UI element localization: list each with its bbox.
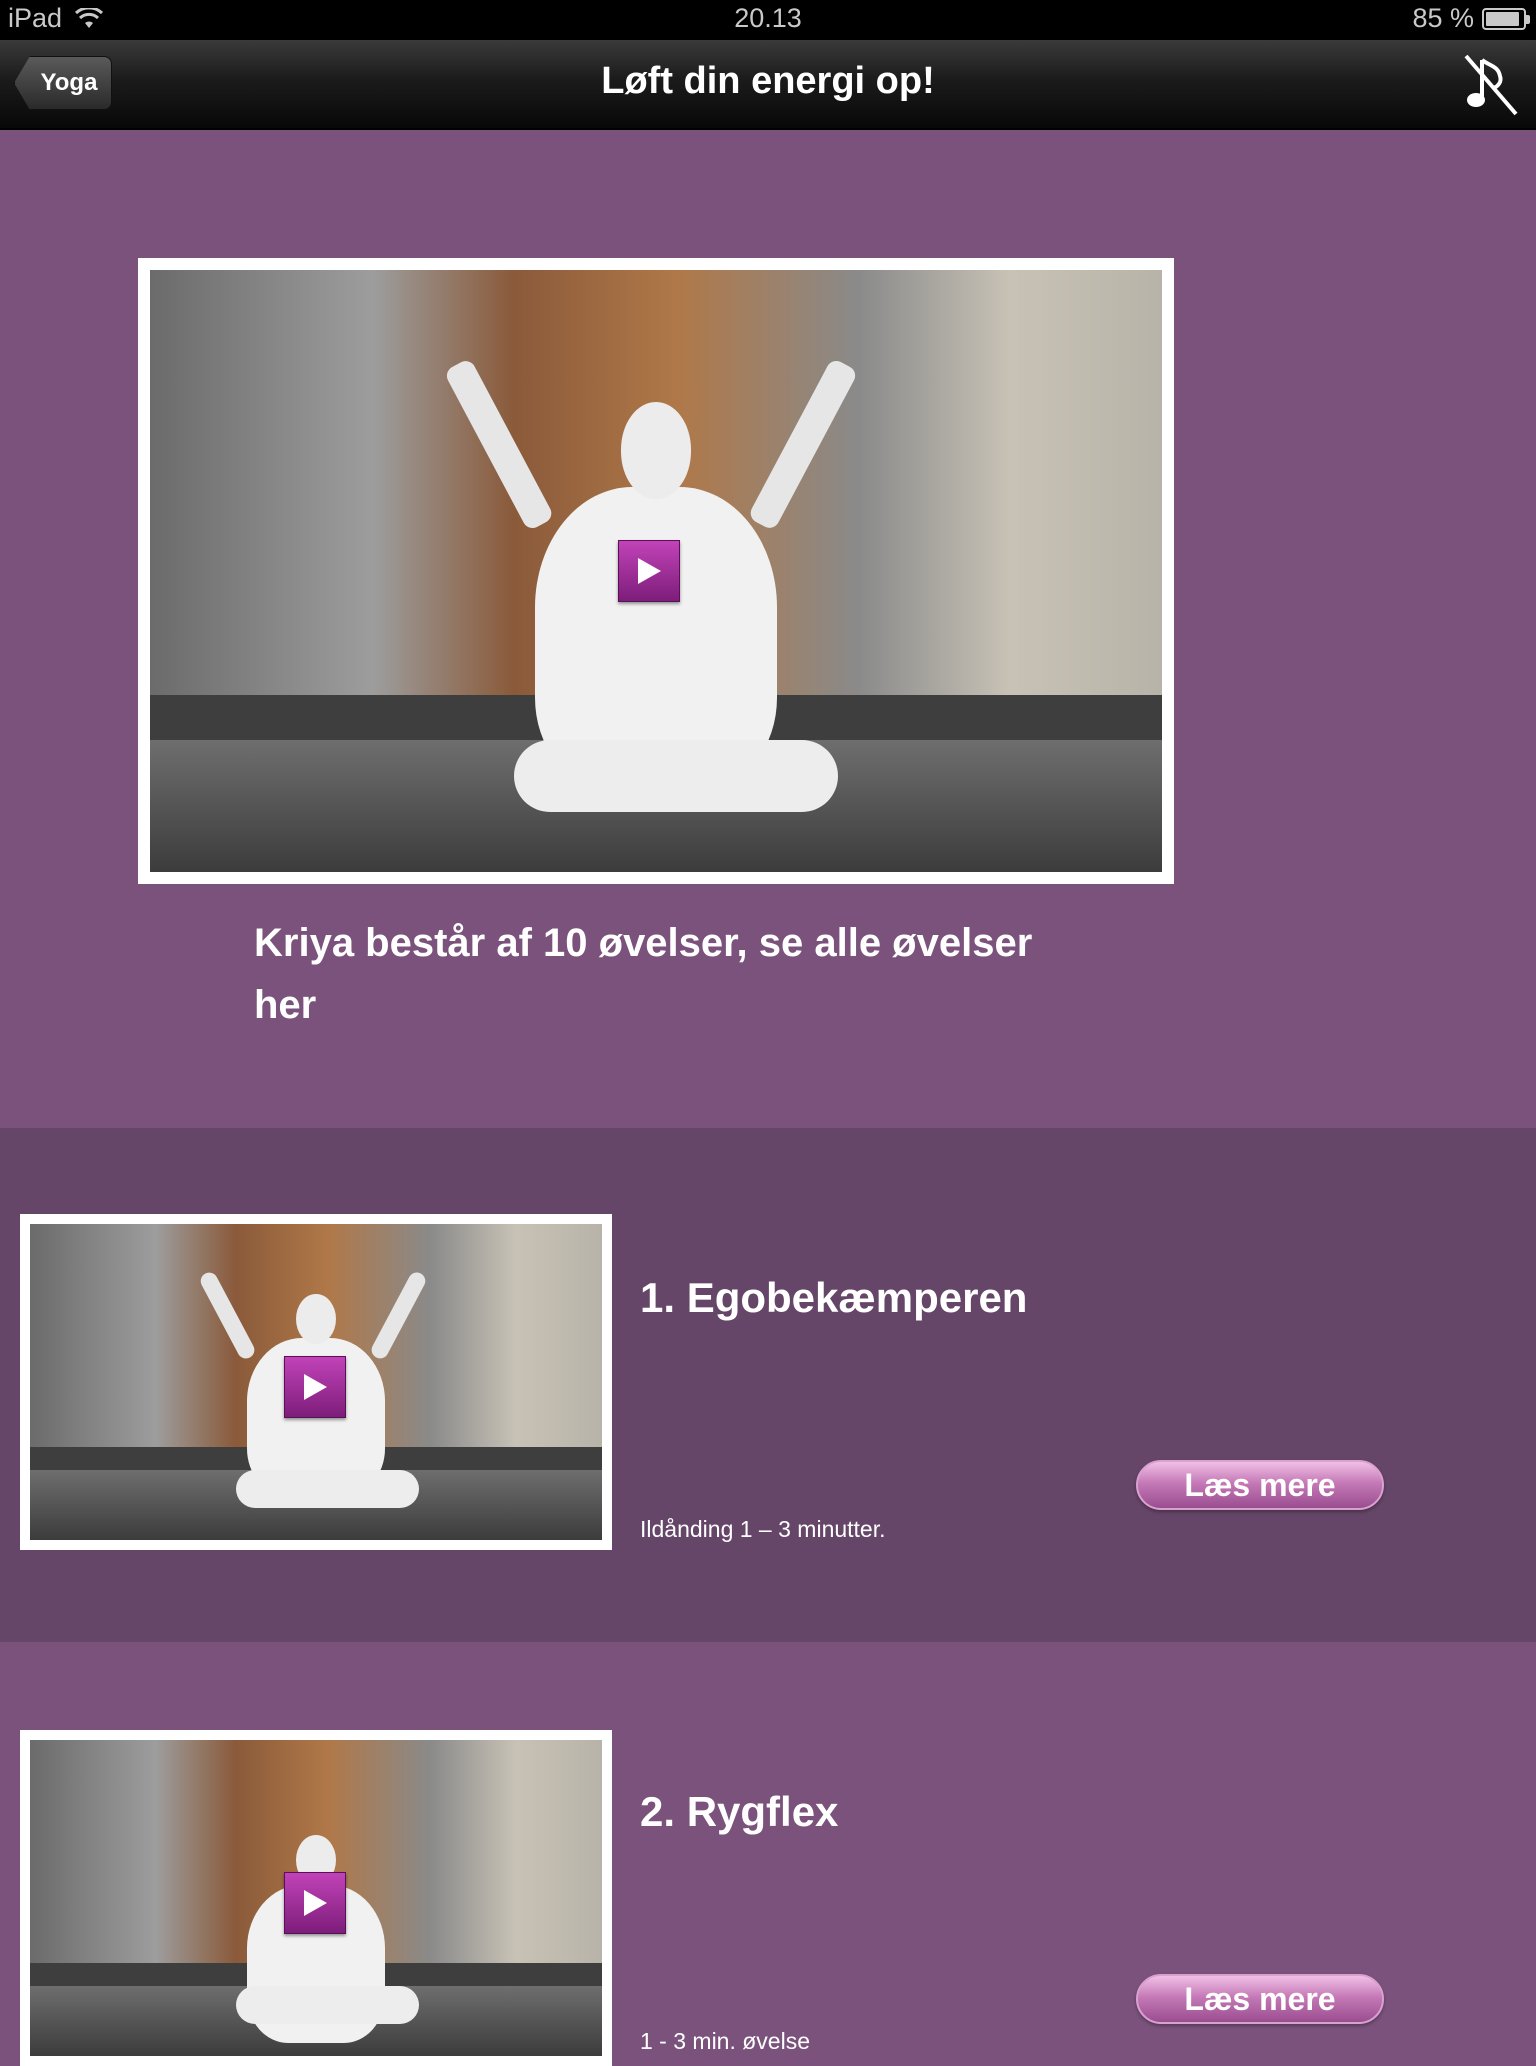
- hero-video-thumbnail[interactable]: [138, 258, 1174, 884]
- battery-percent: 85 %: [1412, 3, 1474, 33]
- exercise-2-read-more-button[interactable]: Læs mere: [1136, 1974, 1384, 2024]
- exercise-2-video-thumbnail[interactable]: [20, 1730, 612, 2066]
- exercise-row-1: 1. Egobekæmperen Læs mere Ildånding 1 – …: [0, 1128, 1536, 1642]
- status-right: 85 %: [1412, 3, 1530, 34]
- exercise-1-video-thumbnail[interactable]: [20, 1214, 612, 1550]
- play-icon[interactable]: [618, 540, 680, 602]
- exercise-2-description: 1 - 3 min. øvelse: [640, 2028, 810, 2054]
- page-title: Løft din energi op!: [601, 60, 935, 102]
- hero-caption-link[interactable]: Kriya består af 10 øvelser, se alle øvel…: [254, 912, 1074, 1036]
- exercise-1-title: 1. Egobekæmperen: [640, 1274, 1028, 1321]
- exercise-1-description: Ildånding 1 – 3 minutter.: [640, 1516, 886, 1542]
- clock: 20.13: [734, 3, 802, 33]
- exercise-1-read-more-button[interactable]: Læs mere: [1136, 1460, 1384, 1510]
- status-bar: iPad 20.13 85 %: [0, 0, 1536, 40]
- battery-icon: [1482, 7, 1530, 30]
- navigation-bar: Yoga Løft din energi op!: [0, 40, 1536, 130]
- play-icon[interactable]: [284, 1356, 346, 1418]
- music-off-icon[interactable]: [1460, 52, 1522, 118]
- exercise-2-title: 2. Rygflex: [640, 1788, 839, 1835]
- exercise-row-2: 2. Rygflex Læs mere 1 - 3 min. øvelse: [0, 1642, 1536, 2066]
- play-icon[interactable]: [284, 1872, 346, 1934]
